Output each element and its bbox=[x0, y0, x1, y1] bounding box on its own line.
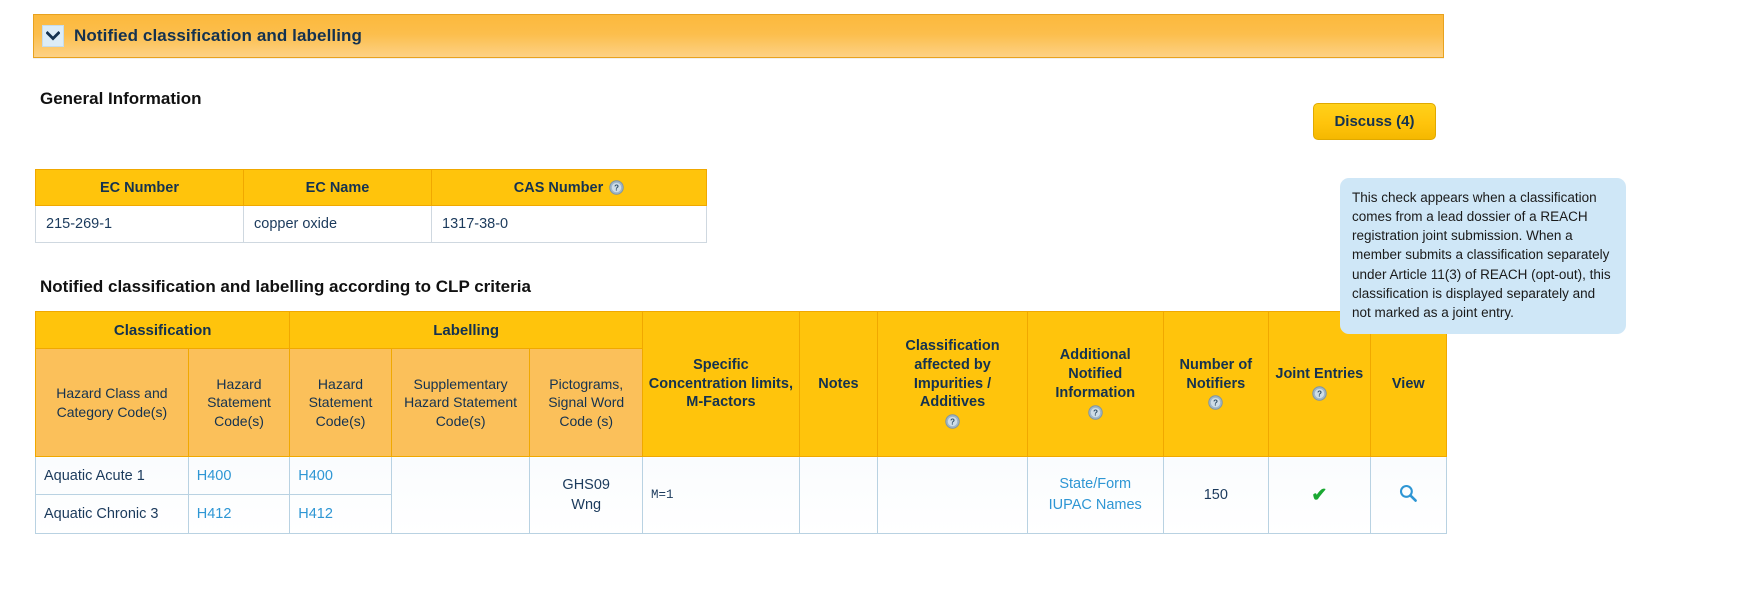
iupac-names-link[interactable]: IUPAC Names bbox=[1036, 495, 1155, 516]
clp-classification-table: Classification Labelling Specific Concen… bbox=[34, 311, 1448, 534]
table-header-row: EC Number EC Name CAS Number ? bbox=[35, 169, 707, 206]
help-icon[interactable]: ? bbox=[945, 414, 960, 429]
joint-entries-tooltip: This check appears when a classification… bbox=[1340, 178, 1626, 335]
hazard-class-line: Aquatic Chronic 3 bbox=[44, 506, 159, 522]
discuss-button[interactable]: Discuss (4) bbox=[1313, 103, 1436, 140]
hazard-class-line: Aquatic Acute 1 bbox=[36, 457, 188, 495]
cell-joint-entries: ✔ bbox=[1268, 456, 1371, 534]
magnifier-icon[interactable] bbox=[1398, 483, 1418, 503]
cell-specific-concentration-limits: M=1 bbox=[642, 456, 800, 534]
hazard-statement-link[interactable]: H400 bbox=[298, 468, 333, 484]
column-header-specific-concentration-limits: Specific Concentration limits, M-Factors bbox=[642, 311, 800, 457]
table-row: 215-269-1 copper oxide 1317-38-0 bbox=[35, 205, 707, 243]
hazard-statement-link[interactable]: H400 bbox=[197, 468, 232, 484]
hazard-statement-link[interactable]: H412 bbox=[197, 506, 232, 522]
help-icon[interactable]: ? bbox=[609, 180, 624, 195]
group-header-classification: Classification bbox=[34, 311, 291, 349]
cell-number-of-notifiers: 150 bbox=[1162, 456, 1270, 534]
column-label: Classification affected by Impurities / … bbox=[905, 337, 1000, 411]
cell-hazard-statement-codes-labelling: H400 H412 bbox=[289, 456, 392, 534]
panel-title: Notified classification and labelling bbox=[74, 26, 363, 45]
chevron-down-icon[interactable] bbox=[42, 25, 64, 47]
svg-text:?: ? bbox=[950, 418, 955, 427]
notified-classification-panel-header[interactable]: Notified classification and labelling bbox=[33, 14, 1444, 58]
column-header-hazard-statement-codes-labelling: Hazard Statement Code(s) bbox=[289, 348, 392, 457]
svg-text:?: ? bbox=[1317, 389, 1322, 398]
state-form-link[interactable]: State/Form bbox=[1036, 474, 1155, 495]
page-root: Notified classification and labelling Ge… bbox=[0, 0, 1747, 605]
svg-text:?: ? bbox=[1213, 399, 1218, 408]
column-header-ec-number: EC Number bbox=[35, 169, 244, 206]
cell-ec-name: copper oxide bbox=[243, 205, 432, 243]
clp-section-heading: Notified classification and labelling ac… bbox=[40, 277, 531, 296]
column-header-hazard-statement-codes-classification: Hazard Statement Code(s) bbox=[187, 348, 291, 457]
signal-word-code: Wng bbox=[571, 497, 602, 513]
help-icon[interactable]: ? bbox=[1312, 385, 1327, 401]
column-label: Joint Entries bbox=[1275, 366, 1364, 383]
green-check-icon: ✔ bbox=[1311, 484, 1328, 506]
cell-pictograms-signal-word-codes: GHS09 Wng bbox=[529, 456, 643, 534]
column-header-hazard-class-and-category-codes: Hazard Class and Category Code(s) bbox=[35, 348, 189, 457]
cell-hazard-class-and-category-codes: Aquatic Acute 1 Aquatic Chronic 3 bbox=[35, 456, 189, 534]
column-header-ec-name: EC Name bbox=[243, 169, 432, 206]
help-icon[interactable]: ? bbox=[1087, 404, 1103, 420]
column-label: EC Number bbox=[100, 179, 179, 196]
cell-additional-notified-information: State/Form IUPAC Names bbox=[1026, 456, 1164, 534]
column-header-cas-number: CAS Number ? bbox=[431, 169, 707, 206]
column-header-supplementary-hazard-statement-codes: Supplementary Hazard Statement Code(s) bbox=[390, 348, 531, 457]
cell-impurities bbox=[877, 456, 1028, 534]
general-information-table: EC Number EC Name CAS Number ? 215-269-1… bbox=[35, 169, 707, 243]
cell-supplementary-hazard-statement-codes bbox=[390, 456, 531, 534]
general-information-heading: General Information bbox=[40, 89, 202, 108]
help-icon[interactable]: ? bbox=[1208, 395, 1223, 410]
column-header-impurities: Classification affected by Impurities / … bbox=[877, 311, 1028, 457]
column-header-pictograms-signal-word-codes: Pictograms, Signal Word Code (s) bbox=[529, 348, 643, 457]
svg-text:?: ? bbox=[614, 184, 619, 193]
column-label: Number of Notifiers bbox=[1179, 356, 1253, 392]
cell-view bbox=[1369, 456, 1448, 534]
column-label: CAS Number bbox=[513, 179, 604, 196]
cell-notes bbox=[798, 456, 879, 534]
hazard-statement-link[interactable]: H412 bbox=[298, 506, 333, 522]
column-header-notes: Notes bbox=[798, 311, 879, 457]
cell-hazard-statement-codes-classification: H400 H412 bbox=[187, 456, 291, 534]
cell-cas-number: 1317-38-0 bbox=[431, 205, 707, 243]
column-header-number-of-notifiers: Number of Notifiers ? bbox=[1162, 311, 1270, 457]
group-header-row: Classification Labelling Specific Concen… bbox=[34, 311, 1448, 457]
group-header-labelling: Labelling bbox=[289, 311, 643, 349]
column-label: EC Name bbox=[305, 179, 370, 196]
column-label: Additional Notified Information bbox=[1055, 347, 1136, 401]
column-header-additional-notified-information: Additional Notified Information ? bbox=[1026, 311, 1164, 457]
cell-ec-number: 215-269-1 bbox=[35, 205, 244, 243]
pictogram-code: GHS09 bbox=[562, 476, 610, 493]
svg-text:?: ? bbox=[1093, 408, 1098, 417]
